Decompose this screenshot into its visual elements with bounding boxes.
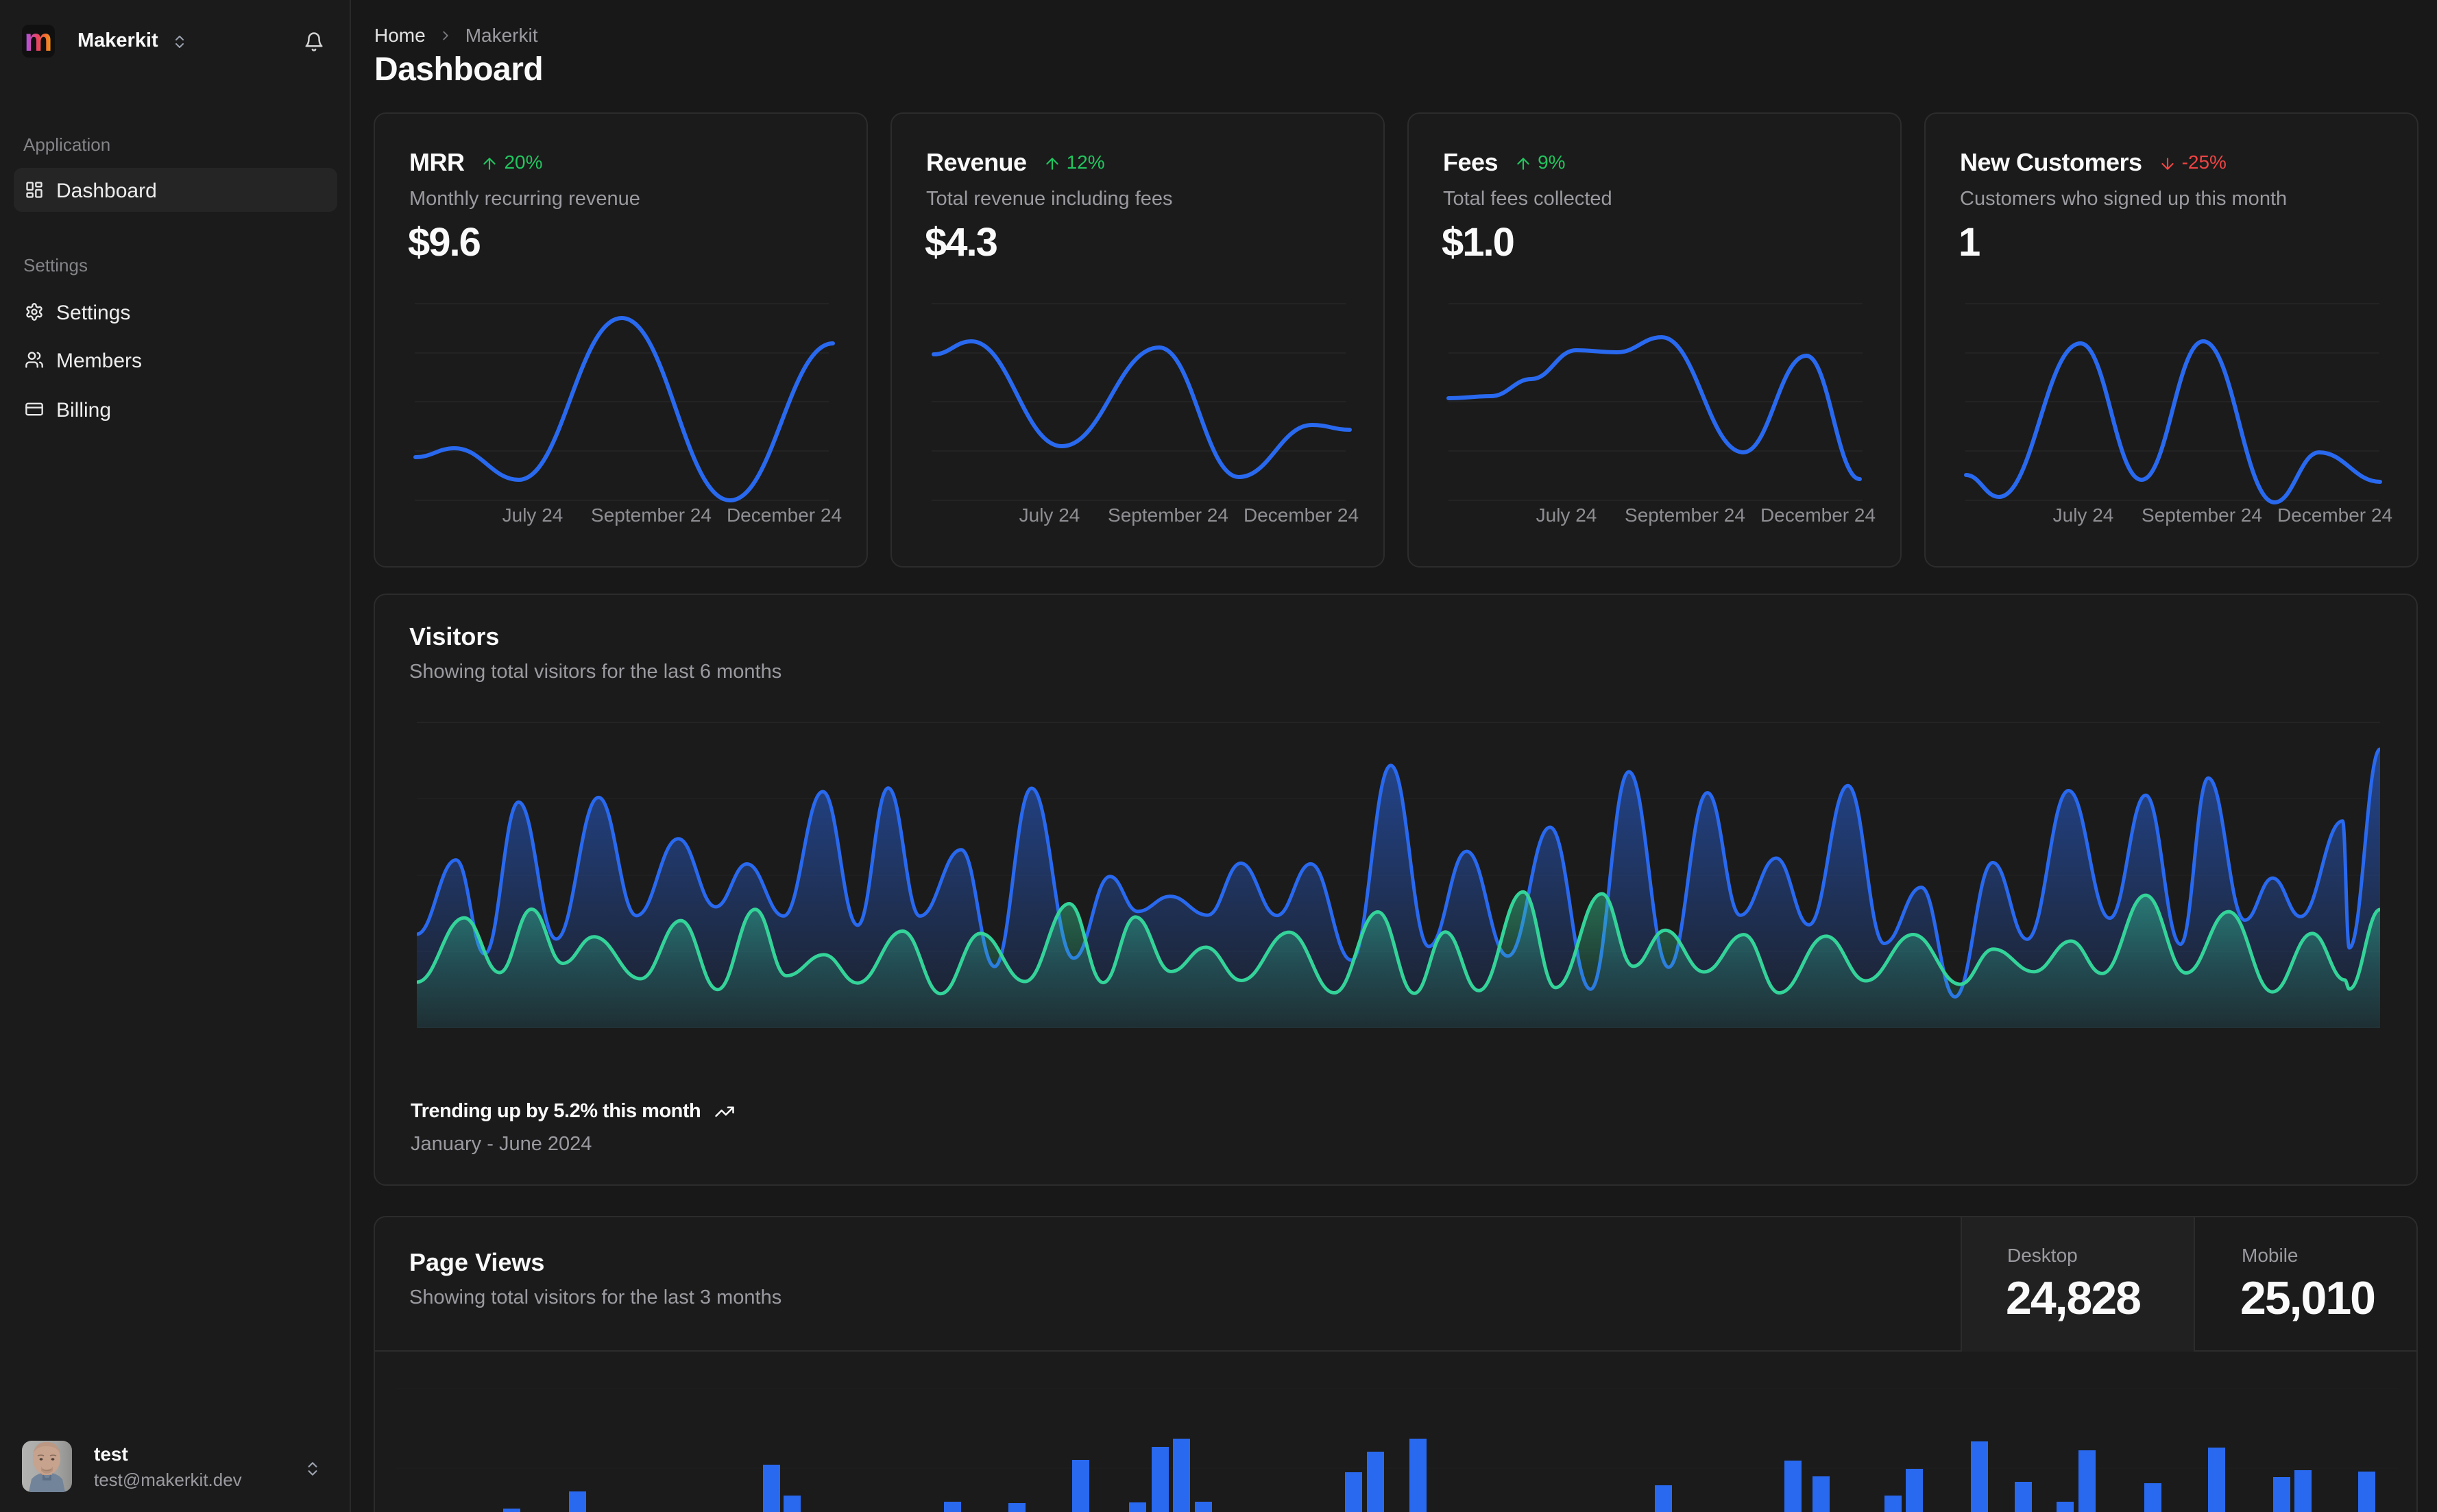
svg-text:m: m bbox=[25, 27, 52, 55]
